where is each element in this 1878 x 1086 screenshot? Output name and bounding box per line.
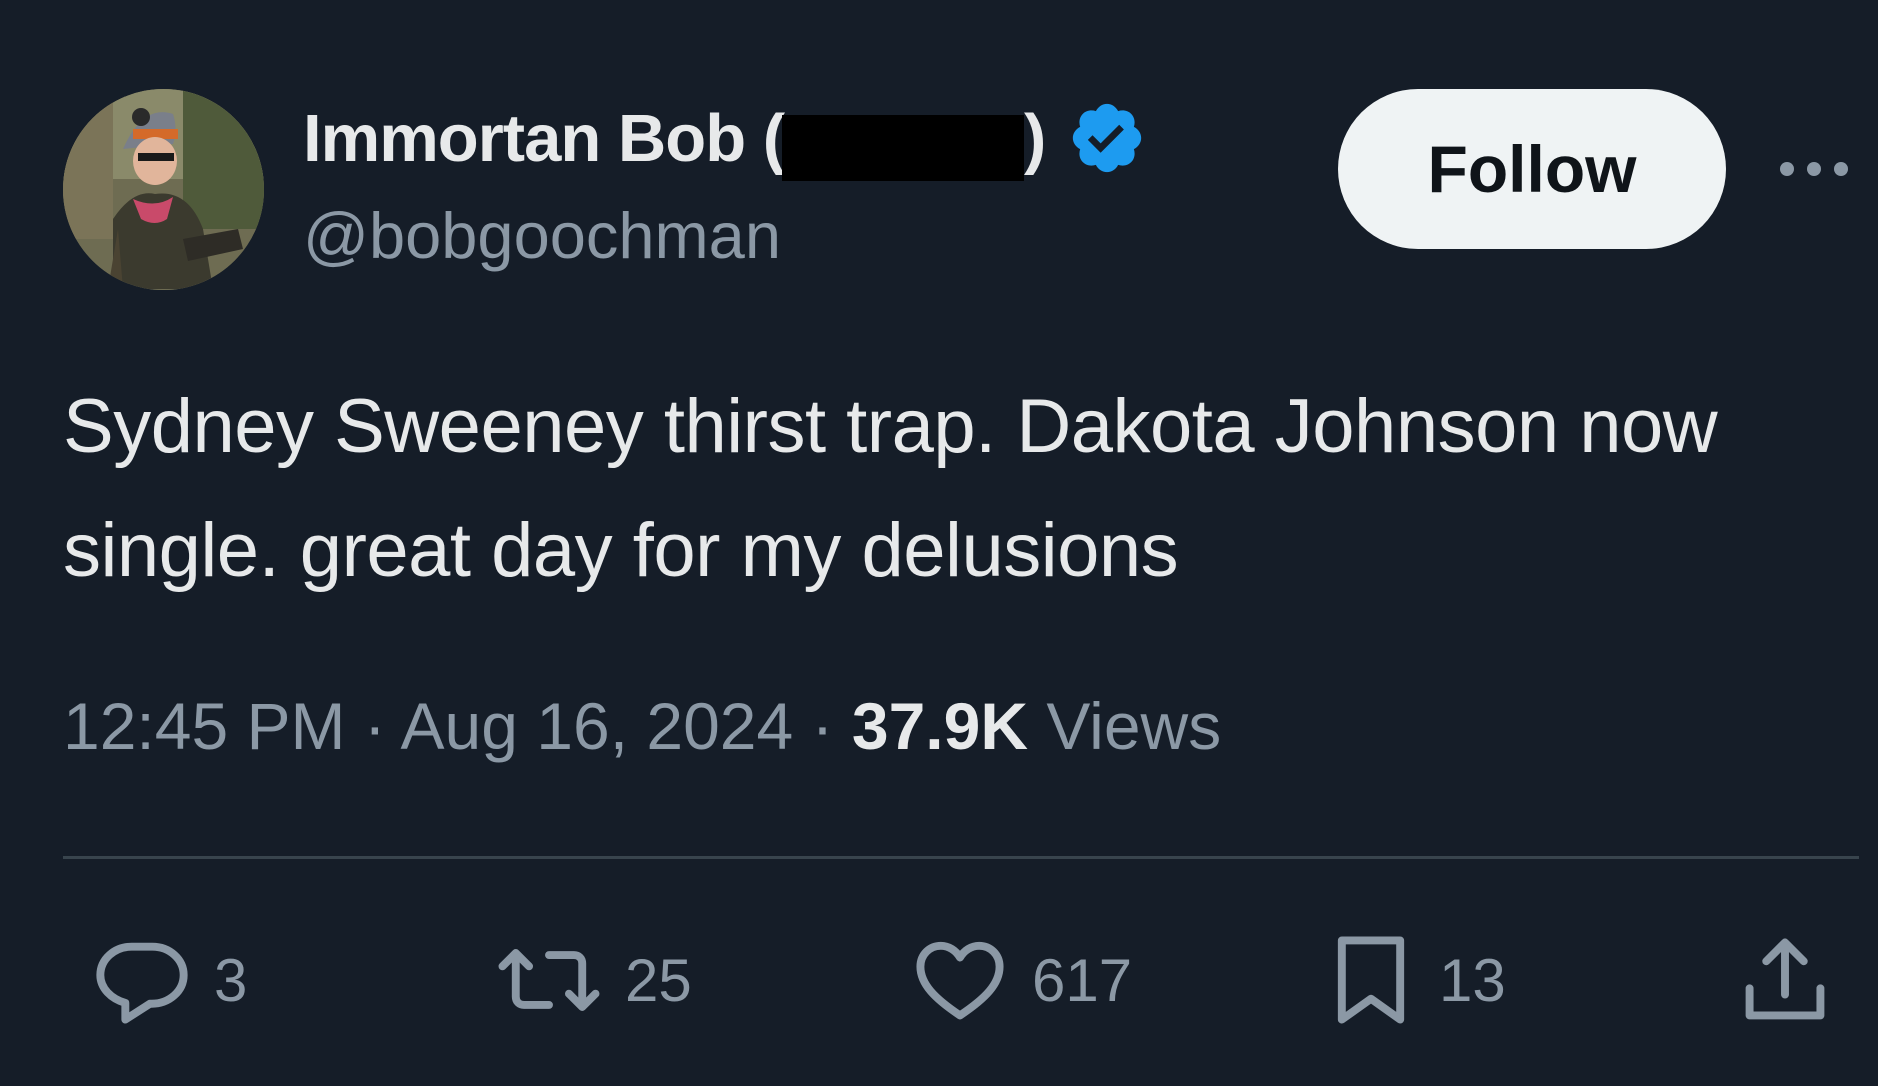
share-button[interactable] — [1735, 930, 1835, 1030]
display-name-end[interactable]: ) — [1024, 100, 1046, 177]
author-name-row: Immortan Bob ( ) — [303, 96, 1147, 181]
action-bar: 3 25 617 13 — [0, 930, 1878, 1030]
heart-icon — [910, 930, 1010, 1030]
tweet-date[interactable]: Aug 16, 2024 — [401, 689, 794, 763]
user-handle[interactable]: @bobgoochman — [303, 198, 781, 273]
verified-badge-icon[interactable] — [1067, 98, 1147, 178]
display-name[interactable]: Immortan Bob ( — [303, 100, 785, 177]
reply-button[interactable]: 3 — [92, 930, 247, 1030]
tweet-time[interactable]: 12:45 PM — [63, 689, 346, 763]
meta-separator: · — [793, 689, 852, 763]
reply-count: 3 — [214, 946, 248, 1014]
views-count: 37.9K — [851, 689, 1028, 763]
tweet: Immortan Bob ( ) @bobgoochman Follow Syd… — [0, 0, 1878, 1086]
retweet-icon — [495, 930, 603, 1030]
avatar[interactable] — [63, 89, 264, 290]
views-label: Views — [1046, 689, 1222, 763]
retweet-count: 25 — [625, 946, 692, 1014]
tweet-text: Sydney Sweeney thirst trap. Dakota Johns… — [63, 384, 1718, 593]
like-count: 617 — [1032, 946, 1133, 1014]
share-icon — [1735, 930, 1835, 1030]
divider — [63, 856, 1859, 859]
tweet-meta: 12:45 PM · Aug 16, 2024 · 37.9K Views — [63, 688, 1221, 764]
meta-separator: · — [345, 689, 401, 763]
bookmark-icon — [1325, 930, 1417, 1030]
like-button[interactable]: 617 — [910, 930, 1132, 1030]
reply-icon — [92, 930, 192, 1030]
bookmark-button[interactable]: 13 — [1325, 930, 1506, 1030]
redaction-bar — [782, 115, 1025, 181]
retweet-button[interactable]: 25 — [495, 930, 692, 1030]
follow-button[interactable]: Follow — [1338, 89, 1726, 249]
bookmark-count: 13 — [1439, 946, 1506, 1014]
more-horizontal-icon[interactable] — [1777, 157, 1851, 181]
